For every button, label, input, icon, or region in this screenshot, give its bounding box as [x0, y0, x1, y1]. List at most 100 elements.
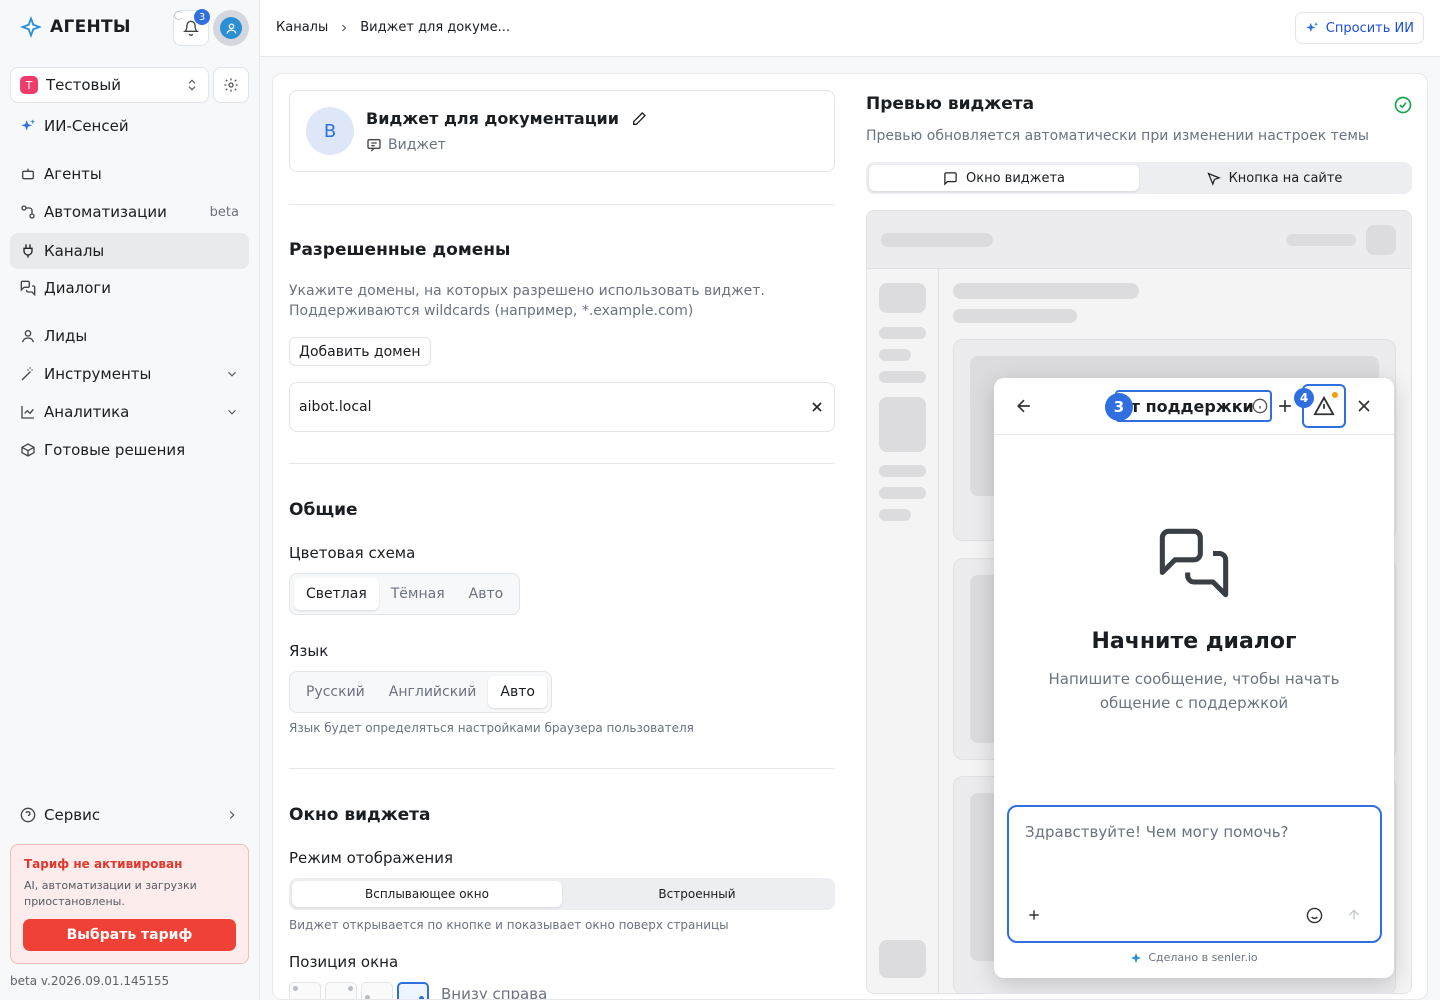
- sidebar-item-leads[interactable]: Лиды: [10, 318, 249, 354]
- arrow-up-icon[interactable]: [1346, 907, 1362, 923]
- sidebar-item-label: Сервис: [44, 806, 101, 824]
- notifications-count-badge: 3: [194, 9, 210, 25]
- preview-title: Превью виджета: [866, 94, 1035, 114]
- pencil-icon[interactable]: [631, 111, 647, 127]
- add-domain-button[interactable]: Добавить домен: [289, 337, 431, 366]
- breadcrumb-channels[interactable]: Каналы: [276, 20, 328, 35]
- sidebar-item-ai-sensei[interactable]: ИИ-Сенсей: [10, 108, 249, 144]
- domain-value: aibot.local: [299, 399, 372, 415]
- sidebar-item-label: Готовые решения: [44, 441, 186, 459]
- domains-desc-1: Укажите домены, на которых разрешено исп…: [289, 283, 765, 299]
- chat-header: Чат поддержки 3 4: [994, 378, 1394, 435]
- divider: [289, 204, 835, 205]
- plus-icon[interactable]: [1026, 907, 1042, 923]
- sparkle-icon: [1305, 22, 1318, 33]
- arrow-left-icon[interactable]: [1014, 396, 1034, 416]
- tab-site-button[interactable]: Кнопка на сайте: [1139, 165, 1409, 191]
- logo-text: АГЕНТЫ: [50, 17, 131, 37]
- language-auto[interactable]: Авто: [488, 676, 547, 708]
- plus-icon[interactable]: [1275, 396, 1295, 416]
- sidebar-item-analytics[interactable]: Аналитика: [10, 394, 249, 430]
- chat-message-input[interactable]: Здравствуйте! Чем могу помочь?: [1007, 805, 1382, 943]
- language-toggle: Русский Английский Авто: [289, 671, 552, 713]
- made-by-footer[interactable]: Сделано в senler.io: [994, 951, 1394, 964]
- user-icon: [22, 330, 34, 343]
- chat-title: Чат поддержки: [1115, 390, 1272, 422]
- sidebar-item-label: Автоматизации: [44, 203, 167, 221]
- color-scheme-label: Цветовая схема: [289, 544, 416, 562]
- domains-title: Разрешенные домены: [289, 240, 511, 260]
- magic-wand-icon: [21, 367, 33, 381]
- chat-empty-title: Начните диалог: [1091, 629, 1297, 654]
- preview-frame: Чат поддержки 3 4 Начните диалог Напишит…: [866, 210, 1412, 994]
- topbar: Каналы Виджет для докуме... Спросить ИИ: [260, 0, 1440, 57]
- widget-name-text: Виджет для документации: [366, 109, 619, 128]
- close-icon[interactable]: [809, 399, 825, 415]
- sidebar-item-agents[interactable]: Агенты: [10, 156, 249, 192]
- user-avatar-button[interactable]: [213, 10, 249, 46]
- close-icon[interactable]: [1354, 396, 1374, 416]
- sidebar-item-dialogs[interactable]: Диалоги: [10, 270, 249, 306]
- sidebar-item-label: Агенты: [44, 165, 102, 183]
- chevron-down-icon: [228, 371, 236, 377]
- workspace-settings-button[interactable]: [213, 67, 249, 103]
- box-icon: [21, 443, 35, 457]
- position-option-bottom-left[interactable]: [361, 982, 393, 999]
- preview-column: Превью виджета Превью обновляется автома…: [866, 74, 1412, 999]
- sidebar-item-ready-solutions[interactable]: Готовые решения: [10, 432, 249, 468]
- color-scheme-auto[interactable]: Авто: [457, 578, 516, 610]
- widget-header-card: В Виджет для документации Виджет: [289, 90, 835, 172]
- general-title: Общие: [289, 500, 358, 520]
- smile-icon[interactable]: [1306, 907, 1323, 924]
- sidebar-item-tools[interactable]: Инструменты: [10, 356, 249, 392]
- sidebar-item-label: ИИ-Сенсей: [44, 117, 129, 135]
- position-option-top-left[interactable]: [289, 982, 321, 999]
- plug-icon: [23, 244, 33, 258]
- tab-label: Кнопка на сайте: [1228, 170, 1343, 186]
- sidebar-item-automations[interactable]: Автоматизации beta: [10, 194, 249, 230]
- check-circle-icon: [1394, 96, 1412, 114]
- logo[interactable]: АГЕНТЫ: [18, 14, 131, 40]
- tab-widget-window[interactable]: Окно виджета: [869, 165, 1139, 191]
- chevron-right-icon: [229, 811, 235, 819]
- position-option-bottom-right[interactable]: [397, 982, 429, 999]
- sidebar-item-service[interactable]: Сервис: [10, 797, 249, 833]
- mode-embedded[interactable]: Встроенный: [562, 881, 832, 907]
- divider: [289, 463, 835, 464]
- language-hint: Язык будет определяться настройками брау…: [289, 721, 694, 735]
- chat-input-placeholder: Здравствуйте! Чем могу помочь?: [1025, 823, 1289, 841]
- messages-icon: [20, 280, 36, 296]
- workflow-icon: [21, 205, 35, 219]
- ask-ai-button[interactable]: Спросить ИИ: [1294, 12, 1424, 44]
- version-label: beta v.2026.09.01.145155: [10, 974, 170, 988]
- language-russian[interactable]: Русский: [294, 676, 377, 708]
- beta-badge: beta: [209, 204, 239, 220]
- sidebar-item-label: Аналитика: [44, 403, 130, 421]
- made-by-text: Сделано в senler.io: [1148, 951, 1258, 964]
- workspace-badge: Т: [20, 76, 38, 94]
- widget-type: Виджет: [366, 137, 446, 153]
- divider: [289, 768, 835, 769]
- chat-empty-subtitle: Напишите сообщение, чтобы начать общение…: [1048, 670, 1340, 712]
- language-english[interactable]: Английский: [377, 676, 489, 708]
- color-scheme-light[interactable]: Светлая: [294, 578, 379, 610]
- domains-desc-2: Поддерживаются wildcards (например, *.ex…: [289, 303, 694, 319]
- sidebar: АГЕНТЫ 3 Т Тестовый ИИ-Сенсей Агенты Авт…: [0, 0, 260, 1000]
- sidebar-item-channels[interactable]: Каналы: [10, 233, 249, 269]
- tariff-notice: Тариф не активирован AI, автоматизации и…: [10, 844, 249, 964]
- gear-icon: [224, 78, 238, 92]
- position-option-top-right[interactable]: [325, 982, 357, 999]
- info-icon[interactable]: [1252, 398, 1268, 414]
- choose-tariff-button[interactable]: Выбрать тариф: [23, 919, 236, 951]
- settings-column: В Виджет для документации Виджет Разреше…: [289, 74, 835, 999]
- workspace-selector[interactable]: Т Тестовый: [10, 67, 209, 103]
- mode-hint: Виджет открывается по кнопке и показывае…: [289, 918, 729, 932]
- mode-popup[interactable]: Всплывающее окно: [292, 881, 562, 907]
- chat-widget-window: Чат поддержки 3 4 Начните диалог Напишит…: [994, 378, 1394, 978]
- sidebar-item-label: Инструменты: [44, 365, 152, 383]
- breadcrumb-current: Виджет для докуме...: [360, 20, 510, 35]
- logo-icon: [20, 16, 42, 38]
- tariff-text: AI, автоматизации и загрузки приостановл…: [24, 879, 197, 908]
- color-scheme-dark[interactable]: Тёмная: [379, 578, 457, 610]
- workspace-name: Тестовый: [46, 76, 121, 94]
